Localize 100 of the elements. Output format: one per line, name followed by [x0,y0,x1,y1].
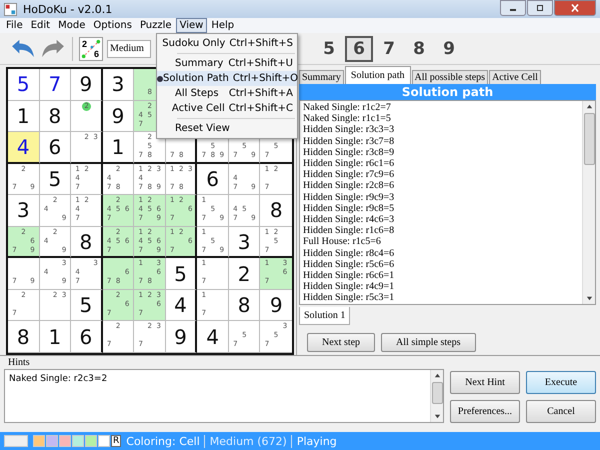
sudoku-cell[interactable]: 5 [166,258,198,290]
sudoku-cell[interactable]: 9 [102,100,134,132]
scroll-thumb[interactable] [584,113,594,165]
menu-option[interactable]: Solution Path Ctrl+Shift+O [157,71,297,86]
hint-button[interactable]: Execute [526,371,596,394]
sudoku-cell[interactable]: 8 [8,321,40,353]
step-button[interactable]: Next step [307,333,376,352]
sudoku-cell[interactable]: 4 [8,132,40,164]
menu-item[interactable]: Help [207,18,238,33]
sudoku-cell[interactable]: 1 [40,321,72,353]
scroll-up-icon[interactable] [586,103,592,110]
sudoku-cell[interactable]: 8 [40,100,72,132]
solution-step[interactable]: Hidden Single: r3c7=8 [303,136,579,147]
scrollbar[interactable] [430,370,443,422]
solution-step[interactable]: Hidden Single: r2c8=6 [303,180,579,192]
solution-step[interactable]: Hidden Single: r5c3=1 [303,292,579,304]
hint-text-area[interactable]: Naked Single: r2c3=2 [4,369,444,423]
hint-button[interactable]: Preferences... [450,400,520,423]
color-swatch[interactable] [72,435,84,447]
menu-item[interactable]: Mode [54,18,90,33]
sudoku-cell[interactable]: 1 [8,100,40,132]
sudoku-cell[interactable]: 6 [40,132,72,164]
solution-step[interactable]: Naked Single: r1c2=7 [303,102,579,114]
solution-step[interactable]: Hidden Single: r9c8=5 [303,202,579,214]
scrollbar[interactable] [582,101,595,304]
hint-button[interactable]: Cancel [526,400,596,423]
color-swatch[interactable] [59,435,71,447]
color-swatch[interactable] [85,435,97,447]
window-title: HoDoKu - v2.0.1 [23,2,114,16]
menu-item[interactable]: Puzzle [136,18,176,33]
hint-button[interactable]: Next Hint [450,371,520,394]
scroll-thumb[interactable] [432,382,442,404]
solution-step[interactable]: Hidden Single: r1c6=8 [303,225,579,236]
maximize-icon [535,4,545,12]
game-state-status: Playing [296,434,338,448]
difficulty-status: Medium (672) [206,434,292,448]
solution-step[interactable]: Naked Single: r1c1=5 [303,113,579,124]
sudoku-cell[interactable]: 1 [102,132,134,164]
color-swatch[interactable] [4,435,28,447]
panel-tab[interactable]: All possible steps [412,70,488,84]
solution-step[interactable]: Hidden Single: r6c6=1 [303,270,579,282]
sudoku-cell[interactable]: 4 [197,321,229,353]
sudoku-cell[interactable]: 5 [40,164,72,196]
app-icon [4,2,17,16]
sudoku-cell[interactable]: 8 [71,226,103,258]
solution-step[interactable]: Hidden Single: r7c9=6 [303,169,579,180]
solution-step[interactable]: Hidden Single: r3c3=3 [303,124,579,136]
reset-color-button[interactable]: R [111,435,122,447]
sudoku-cell[interactable]: 3 [102,69,134,101]
close-button[interactable] [554,0,596,16]
sudoku-cell[interactable]: 4 [166,290,198,322]
panel-tab[interactable]: Active Cell [489,70,541,84]
menu-option[interactable]: Sudoku Only Ctrl+Shift+S [157,36,297,51]
color-swatch[interactable] [33,435,45,447]
solution-step[interactable]: Hidden Single: r3c8=9 [303,146,579,158]
step-button[interactable]: All simple steps [381,333,476,352]
maximize-button[interactable] [527,0,553,16]
undo-icon[interactable] [10,38,36,58]
panel-tab[interactable]: Summary [299,70,344,84]
menu-item[interactable]: Edit [26,18,54,33]
scroll-down-icon[interactable] [434,413,440,420]
sudoku-cell[interactable]: 6 [71,321,103,353]
redo-icon[interactable] [40,38,66,58]
digit-button[interactable]: 8 [405,36,433,62]
candidates-button[interactable]: 2 6 [79,36,103,60]
menu-item[interactable]: View [176,18,208,33]
digit-button[interactable]: 7 [375,36,403,62]
sudoku-cell[interactable]: 9 [166,321,198,353]
menu-item[interactable]: Options [89,18,136,33]
sudoku-cell[interactable]: 3 [8,195,40,227]
minimize-button[interactable] [500,0,526,16]
digit-button[interactable]: 5 [315,36,343,62]
color-swatch[interactable] [46,435,58,447]
sudoku-cell[interactable]: 5 [71,290,103,322]
menu-option[interactable]: Summary Ctrl+Shift+U [157,56,297,71]
scroll-up-icon[interactable] [434,372,440,379]
sudoku-cell[interactable]: 5 [8,69,40,101]
solution-step[interactable]: Hidden Single: r4c6=3 [303,214,579,226]
hints-label: Hints [7,357,31,368]
sudoku-cell[interactable]: 8 [228,290,260,322]
solution-tab[interactable]: Solution 1 [299,307,350,325]
solution-step[interactable]: Hidden Single: r8c4=6 [303,248,579,259]
scroll-down-icon[interactable] [586,295,592,302]
solution-step[interactable]: Hidden Single: r4c9=1 [303,281,579,292]
panel-tab[interactable]: Solution path [344,66,411,84]
menu-item[interactable]: File [2,18,27,33]
solution-step[interactable]: Hidden Single: r5c6=6 [303,258,579,270]
sudoku-cell[interactable]: 2 [228,258,260,290]
sudoku-cell[interactable]: 3 [228,226,260,258]
coloring-status: Coloring: Cell [122,434,205,448]
digit-button[interactable]: 9 [435,36,463,62]
solution-step[interactable]: Full House: r1c5=6 [303,236,579,248]
sudoku-cell[interactable]: 7 [40,69,72,101]
sudoku-cell[interactable]: 9 [71,69,103,101]
sudoku-cell[interactable]: 6 [197,164,229,196]
solution-step[interactable]: Hidden Single: r6c1=6 [303,158,579,170]
digit-button[interactable]: 6 [345,36,373,62]
solution-step[interactable]: Hidden Single: r9c9=3 [303,192,579,203]
level-dropdown[interactable]: Medium [107,40,151,58]
color-swatch[interactable] [98,435,110,447]
